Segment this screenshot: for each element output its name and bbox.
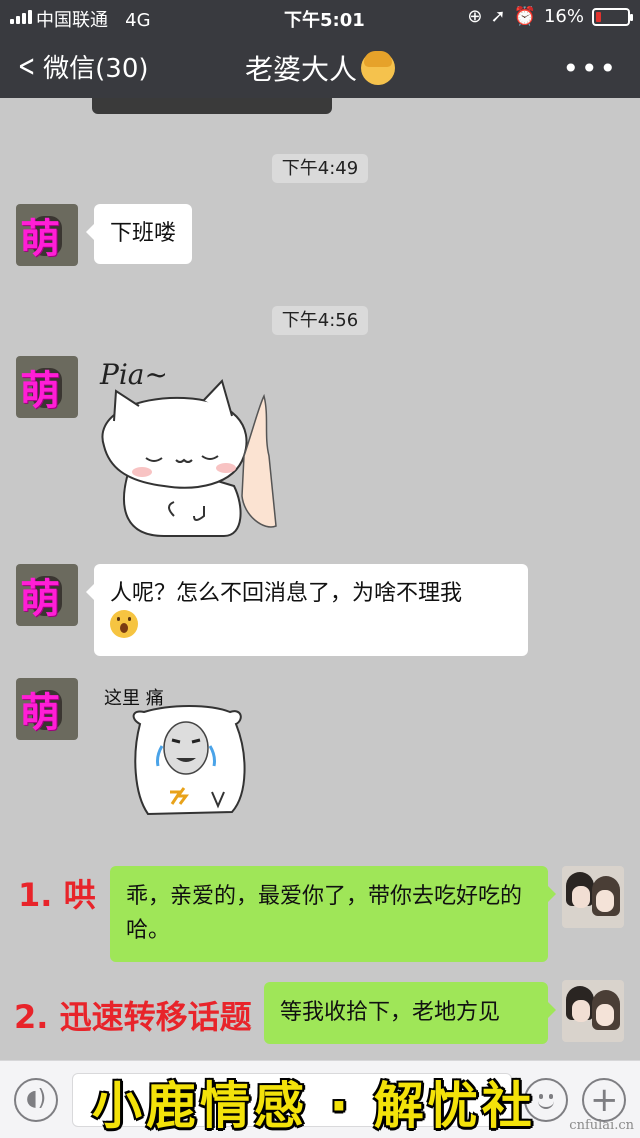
avatar[interactable]: 萌: [16, 678, 78, 740]
status-bar: 中国联通 4G 下午5:01 ⊕ ➚ ⏰ 16%: [0, 0, 640, 34]
chat-title: 老婆大人: [0, 48, 640, 88]
cat-sticker[interactable]: Pia~: [94, 356, 284, 541]
carrier-label: 中国联通 4G: [36, 10, 151, 31]
self-avatar[interactable]: [562, 980, 624, 1042]
more-button[interactable]: •••: [562, 52, 618, 85]
network-label: 4G: [125, 10, 151, 31]
message-bubble[interactable]: 人呢？怎么不回消息了，为啥不理我: [86, 564, 528, 656]
site-watermark: cnfulai.cn: [569, 1118, 634, 1133]
nav-bar: < 微信(30) 老婆大人 •••: [0, 34, 640, 98]
battery-icon: [592, 7, 633, 26]
location-icon: ➚: [490, 6, 506, 27]
message-bubble-self[interactable]: 乖，亲爱的，最爱你了，带你去吃好吃的哈。: [110, 866, 556, 962]
chat-area[interactable]: 下午4:49 萌 下班喽 下午4:56 萌 Pia~ 萌 人呢？怎么不回消息了，…: [0, 98, 640, 1060]
previous-message-stub: [92, 98, 332, 114]
voice-button[interactable]: ◖): [14, 1078, 58, 1122]
astonished-emoji-icon: [110, 610, 138, 638]
annotation-label: 1. 哄: [18, 876, 96, 914]
crying-sticker[interactable]: 这里 痛: [100, 684, 250, 824]
battery-percent: 16%: [543, 6, 584, 27]
timestamp: 下午4:56: [0, 306, 640, 335]
woman-emoji-icon: [361, 51, 395, 85]
avatar[interactable]: 萌: [16, 564, 78, 626]
message-bubble[interactable]: 下班喽: [85, 204, 193, 264]
avatar[interactable]: 萌: [16, 204, 78, 266]
alarm-icon: ⏰: [513, 6, 536, 27]
plus-button[interactable]: +: [582, 1078, 626, 1122]
self-avatar[interactable]: [562, 866, 624, 928]
avatar[interactable]: 萌: [16, 356, 78, 418]
message-bubble-self[interactable]: 等我收拾下，老地方见: [264, 982, 556, 1044]
plus-icon: +: [590, 1080, 619, 1120]
voice-icon: ◖): [26, 1086, 47, 1111]
signal-icon: [10, 10, 32, 24]
rotation-lock-icon: ⊕: [467, 6, 483, 27]
smiley-icon: [535, 1088, 557, 1110]
timestamp: 下午4:49: [0, 154, 640, 183]
watermark: 小鹿情感 · 解忧社: [92, 1077, 536, 1135]
clock: 下午5:01: [284, 10, 365, 31]
annotation-label: 2. 迅速转移话题: [14, 998, 252, 1036]
